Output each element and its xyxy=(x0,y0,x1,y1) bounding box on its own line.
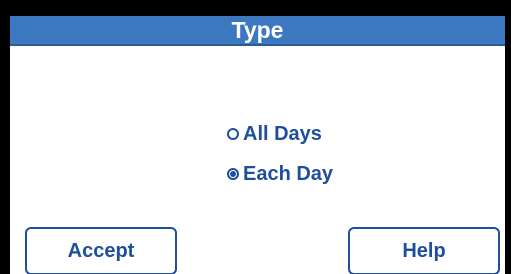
radio-each-day[interactable]: Each Day xyxy=(227,161,333,187)
radio-unchecked-icon xyxy=(227,128,239,140)
radio-checked-icon xyxy=(227,168,239,180)
dialog-screen: Type All Days Each Day Accept Help xyxy=(10,16,505,274)
radio-each-day-label: Each Day xyxy=(243,162,334,185)
accept-button[interactable]: Accept xyxy=(25,227,177,274)
help-button[interactable]: Help xyxy=(348,227,500,274)
radio-all-days[interactable]: All Days xyxy=(227,121,322,147)
radio-all-days-label: All Days xyxy=(243,122,322,145)
title-bar: Type xyxy=(10,16,505,46)
